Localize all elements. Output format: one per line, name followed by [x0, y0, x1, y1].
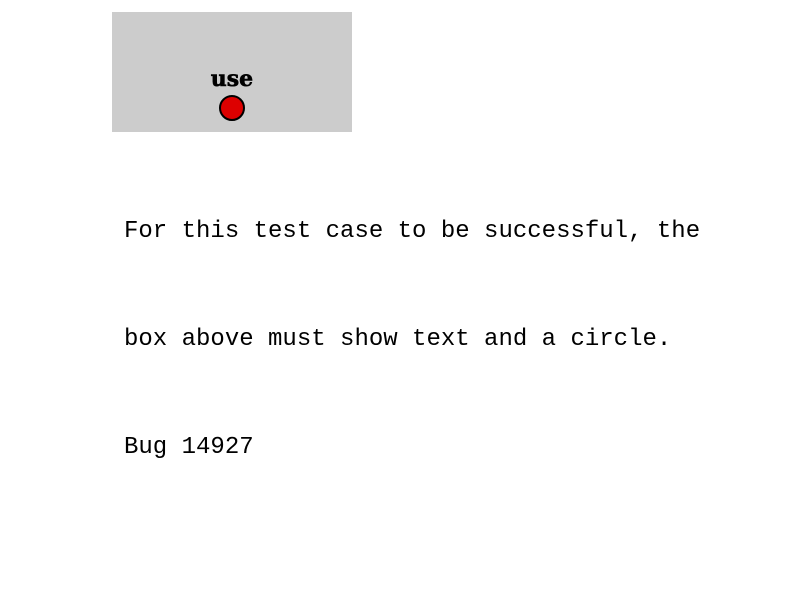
bug-id-line: Bug 14927 [124, 434, 254, 461]
test-description: For this test case to be successful, the… [124, 142, 800, 538]
description-line-2: box above must show text and a circle. [124, 326, 672, 353]
red-circle [219, 95, 245, 121]
description-line-1: For this test case to be successful, the [124, 218, 701, 245]
test-svg: use [211, 66, 253, 121]
test-box: use [112, 12, 352, 132]
use-text-label: use [211, 66, 253, 92]
page: use For this test case to be successful,… [0, 0, 800, 600]
